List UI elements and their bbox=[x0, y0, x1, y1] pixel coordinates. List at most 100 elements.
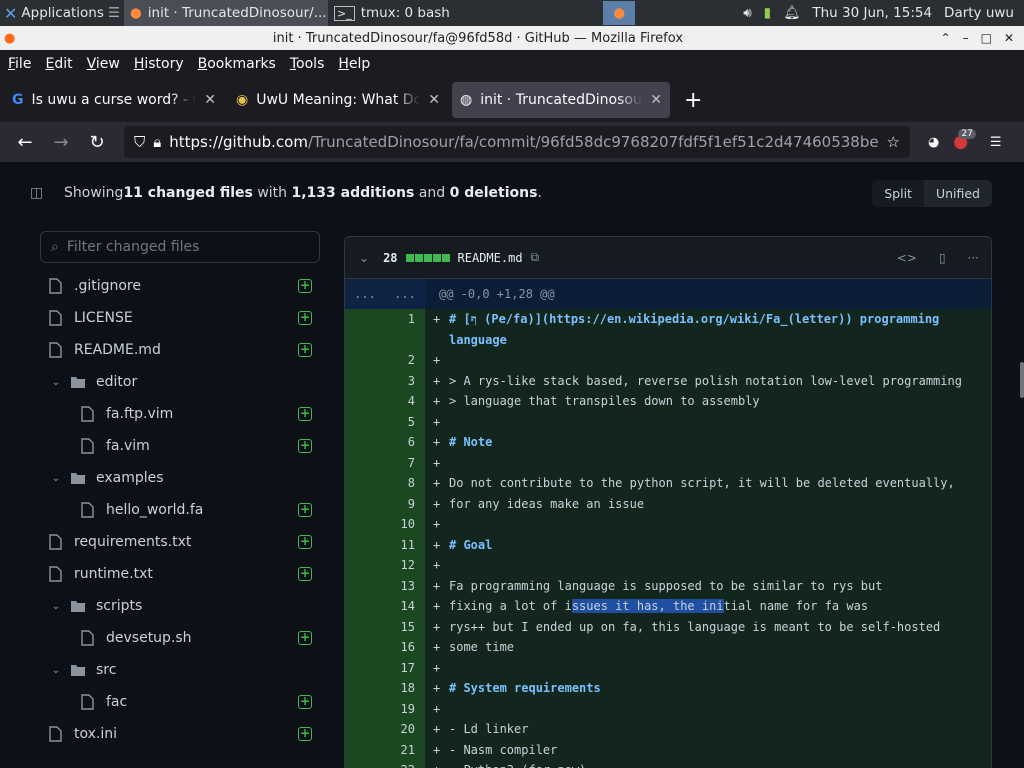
page-scrollbar[interactable] bbox=[1020, 362, 1024, 398]
diff-line: 9 + for any ideas make an issue bbox=[345, 493, 991, 514]
addon-icon[interactable]: ⬤ 27 bbox=[953, 128, 976, 150]
chevron-down-icon[interactable]: ⌄ bbox=[48, 601, 64, 612]
menu-tools[interactable]: Tools bbox=[290, 56, 325, 72]
tab-uwu-meaning[interactable]: ◉ UwU Meaning: What Does ✕ bbox=[228, 82, 448, 118]
more-options-icon[interactable]: ··· bbox=[968, 251, 979, 265]
code-view-icon[interactable]: <> bbox=[897, 251, 917, 265]
reload-button[interactable]: ↻ bbox=[82, 127, 112, 157]
tab-github-commit[interactable]: ◍ init · TruncatedDinosour/fa ✕ bbox=[452, 82, 670, 118]
menu-bookmarks[interactable]: Bookmarks bbox=[198, 56, 276, 72]
code-text: Fa programming language is supposed to b… bbox=[449, 578, 883, 593]
menu-history[interactable]: History bbox=[134, 56, 184, 72]
unified-view-button[interactable]: Unified bbox=[923, 180, 992, 207]
line-number[interactable]: 15 bbox=[345, 616, 425, 637]
close-tab-icon[interactable]: ✕ bbox=[428, 92, 440, 108]
tree-folder[interactable]: ⌄ examples bbox=[40, 462, 320, 494]
chevron-down-icon[interactable]: ⌄ bbox=[48, 665, 64, 676]
line-number[interactable]: 14 bbox=[345, 596, 425, 617]
tab-uwu-curse[interactable]: G Is uwu a curse word? - Goo ✕ bbox=[4, 82, 224, 118]
line-number[interactable]: 6 bbox=[345, 432, 425, 453]
collapse-icon[interactable]: ⌃ bbox=[941, 31, 951, 45]
line-number[interactable]: 10 bbox=[345, 514, 425, 535]
tree-file[interactable]: devsetup.sh + bbox=[40, 622, 320, 654]
menu-file[interactable]: File bbox=[8, 56, 31, 72]
diff-line: 10 + ​ bbox=[345, 514, 991, 535]
applications-menu[interactable]: ✕ Applications ☰ bbox=[0, 0, 124, 26]
tree-file[interactable]: fac + bbox=[40, 686, 320, 718]
lock-icon[interactable]: 🔒︎ bbox=[153, 133, 161, 151]
workspace-firefox-button[interactable]: ● bbox=[603, 1, 636, 25]
line-number[interactable]: 19 bbox=[345, 698, 425, 719]
tree-folder[interactable]: ⌄ scripts bbox=[40, 590, 320, 622]
line-number[interactable]: 22 bbox=[345, 760, 425, 768]
toggle-file-tree-icon[interactable]: ◫ bbox=[30, 185, 48, 201]
tree-folder[interactable]: ⌄ editor bbox=[40, 366, 320, 398]
chevron-down-icon[interactable]: ⌄ bbox=[48, 473, 64, 484]
tree-file[interactable]: hello_world.fa + bbox=[40, 494, 320, 526]
line-number[interactable]: 8 bbox=[345, 473, 425, 494]
tab-label: UwU Meaning: What Does bbox=[256, 92, 421, 108]
line-number[interactable]: 9 bbox=[345, 493, 425, 514]
code-text: ​ bbox=[449, 350, 991, 371]
summary-suffix: . bbox=[537, 185, 542, 201]
line-number[interactable]: 20 bbox=[345, 719, 425, 740]
expand-hunk-gutter[interactable]: ... ... bbox=[345, 279, 425, 309]
tree-folder[interactable]: ⌄ src bbox=[40, 654, 320, 686]
line-number[interactable]: 17 bbox=[345, 657, 425, 678]
chevron-down-icon[interactable]: ⌄ bbox=[48, 377, 64, 388]
taskbar-item-firefox[interactable]: ● init · TruncatedDinosour/... bbox=[123, 0, 328, 26]
volume-icon[interactable]: 🔊︎ bbox=[743, 5, 752, 21]
copy-path-icon[interactable]: ⧉ bbox=[531, 250, 540, 265]
url-bar[interactable]: ⛉ 🔒︎ https://github.com/TruncatedDinosou… bbox=[124, 126, 910, 158]
tree-file[interactable]: tox.ini + bbox=[40, 718, 320, 750]
tree-file[interactable]: fa.ftp.vim + bbox=[40, 398, 320, 430]
line-number[interactable]: 2 bbox=[345, 350, 425, 371]
code-text: ​ bbox=[449, 658, 991, 679]
tree-file[interactable]: runtime.txt + bbox=[40, 558, 320, 590]
line-number[interactable]: 11 bbox=[345, 534, 425, 555]
window-titlebar[interactable]: ● init · TruncatedDinosour/fa@96fd58d · … bbox=[0, 26, 1024, 50]
close-tab-icon[interactable]: ✕ bbox=[204, 92, 216, 108]
taskbar-item-tmux[interactable]: >_ tmux: 0 bash bbox=[328, 0, 524, 26]
collapse-chevron-icon[interactable]: ⌄ bbox=[359, 251, 369, 265]
rich-view-icon[interactable]: ▯ bbox=[939, 251, 946, 265]
battery-icon[interactable]: ▮ bbox=[764, 5, 771, 21]
back-button[interactable]: ← bbox=[10, 127, 40, 157]
line-number[interactable]: 1 bbox=[345, 309, 425, 350]
line-number[interactable]: 18 bbox=[345, 678, 425, 699]
line-number[interactable]: 13 bbox=[345, 575, 425, 596]
close-icon[interactable]: ✕ bbox=[1004, 31, 1014, 45]
diff-filename[interactable]: README.md bbox=[458, 251, 523, 265]
line-number[interactable]: 7 bbox=[345, 452, 425, 473]
minimize-icon[interactable]: – bbox=[963, 31, 969, 45]
applications-label: Applications bbox=[21, 5, 104, 21]
bookmark-star-icon[interactable]: ☆ bbox=[887, 133, 900, 151]
tree-file[interactable]: README.md + bbox=[40, 334, 320, 366]
new-tab-button[interactable]: + bbox=[674, 88, 712, 113]
split-view-button[interactable]: Split bbox=[872, 180, 924, 207]
line-number[interactable]: 12 bbox=[345, 555, 425, 576]
line-number[interactable]: 16 bbox=[345, 637, 425, 658]
url-text[interactable]: https://github.com/TruncatedDinosour/fa/… bbox=[169, 133, 878, 151]
tree-file[interactable]: .gitignore + bbox=[40, 270, 320, 302]
line-number[interactable]: 5 bbox=[345, 411, 425, 432]
forward-button[interactable]: → bbox=[46, 127, 76, 157]
tree-file[interactable]: requirements.txt + bbox=[40, 526, 320, 558]
menu-help[interactable]: Help bbox=[338, 56, 370, 72]
maximize-icon[interactable]: □ bbox=[981, 31, 992, 45]
shield-icon[interactable]: ⛉ bbox=[134, 133, 145, 151]
menu-edit[interactable]: Edit bbox=[45, 56, 72, 72]
hamburger-menu-icon[interactable]: ☰ bbox=[990, 135, 1002, 150]
notification-bell-icon[interactable]: 🔔︎ bbox=[783, 5, 800, 21]
line-number[interactable]: 4 bbox=[345, 391, 425, 412]
tree-file[interactable]: LICENSE + bbox=[40, 302, 320, 334]
tree-file[interactable]: fa.vim + bbox=[40, 430, 320, 462]
user-menu[interactable]: Darty uwu bbox=[944, 5, 1018, 21]
filter-files-input[interactable]: ⌕ Filter changed files bbox=[40, 231, 320, 263]
line-number[interactable]: 21 bbox=[345, 739, 425, 760]
extension-icon[interactable]: ◕ bbox=[928, 135, 939, 150]
clock[interactable]: Thu 30 Jun, 15:54 bbox=[812, 5, 932, 21]
close-tab-icon[interactable]: ✕ bbox=[650, 92, 662, 108]
menu-view[interactable]: View bbox=[87, 56, 120, 72]
line-number[interactable]: 3 bbox=[345, 370, 425, 391]
